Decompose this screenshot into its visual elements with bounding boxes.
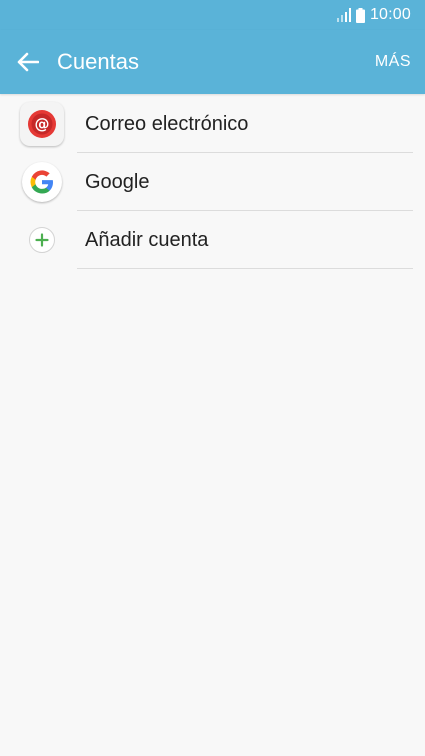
svg-text:@: @: [35, 115, 50, 133]
battery-icon: [355, 7, 365, 23]
more-button[interactable]: MÁS: [375, 52, 411, 72]
google-app-icon: [22, 162, 62, 202]
list-item-label: Añadir cuenta: [85, 229, 209, 251]
status-indicators: 10:00: [336, 5, 411, 25]
page-title: Cuentas: [57, 49, 139, 74]
email-at-icon: @: [28, 110, 56, 138]
list-item-add-account[interactable]: Añadir cuenta: [0, 211, 425, 269]
status-time: 10:00: [369, 6, 411, 23]
list-item-email[interactable]: @ Correo electrónico: [0, 95, 425, 153]
status-bar: 10:00: [0, 0, 425, 30]
list-item-label: Correo electrónico: [85, 113, 249, 135]
email-icon-wrap: @: [20, 102, 64, 146]
add-icon: [35, 233, 49, 247]
divider: [77, 268, 413, 269]
google-g-icon: [30, 170, 53, 194]
add-icon-circle: [29, 227, 55, 253]
list-item-label: Google: [85, 171, 150, 193]
signal-icon: [336, 8, 351, 22]
back-button[interactable]: [14, 48, 42, 76]
list-item-google[interactable]: Google: [0, 153, 425, 211]
accounts-list: @ Correo electrónico Google Añadir cuent…: [0, 95, 425, 269]
app-bar: Cuentas MÁS: [0, 30, 425, 94]
arrow-back-icon: [17, 52, 39, 72]
google-icon-wrap: [20, 160, 64, 204]
add-icon-wrap: [20, 218, 64, 262]
email-app-icon: @: [20, 102, 64, 146]
